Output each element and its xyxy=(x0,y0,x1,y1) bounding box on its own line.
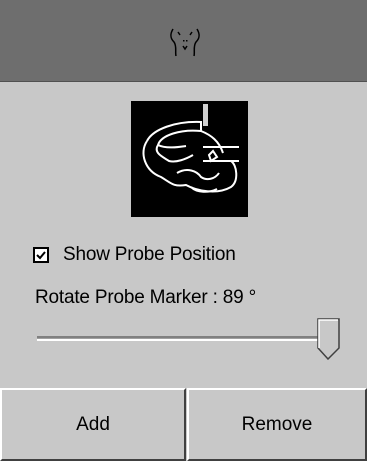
probe-panel: Show Probe Position Rotate Probe Marker … xyxy=(0,0,367,461)
rotate-probe-marker-slider-track[interactable] xyxy=(37,336,337,341)
show-probe-position-checkbox[interactable] xyxy=(33,247,49,263)
rotate-probe-marker-label: Rotate Probe Marker : 89 ° xyxy=(35,287,257,308)
show-probe-position-row[interactable]: Show Probe Position xyxy=(33,243,236,267)
checkmark-icon xyxy=(36,251,46,260)
header-bar xyxy=(0,0,367,82)
rotate-probe-marker-slider-thumb[interactable] xyxy=(317,318,341,360)
show-probe-position-label: Show Probe Position xyxy=(63,244,236,265)
remove-button[interactable]: Remove xyxy=(187,388,367,461)
torso-outline-icon xyxy=(170,28,200,57)
probe-position-preview xyxy=(131,101,248,217)
add-button[interactable]: Add xyxy=(0,388,186,461)
